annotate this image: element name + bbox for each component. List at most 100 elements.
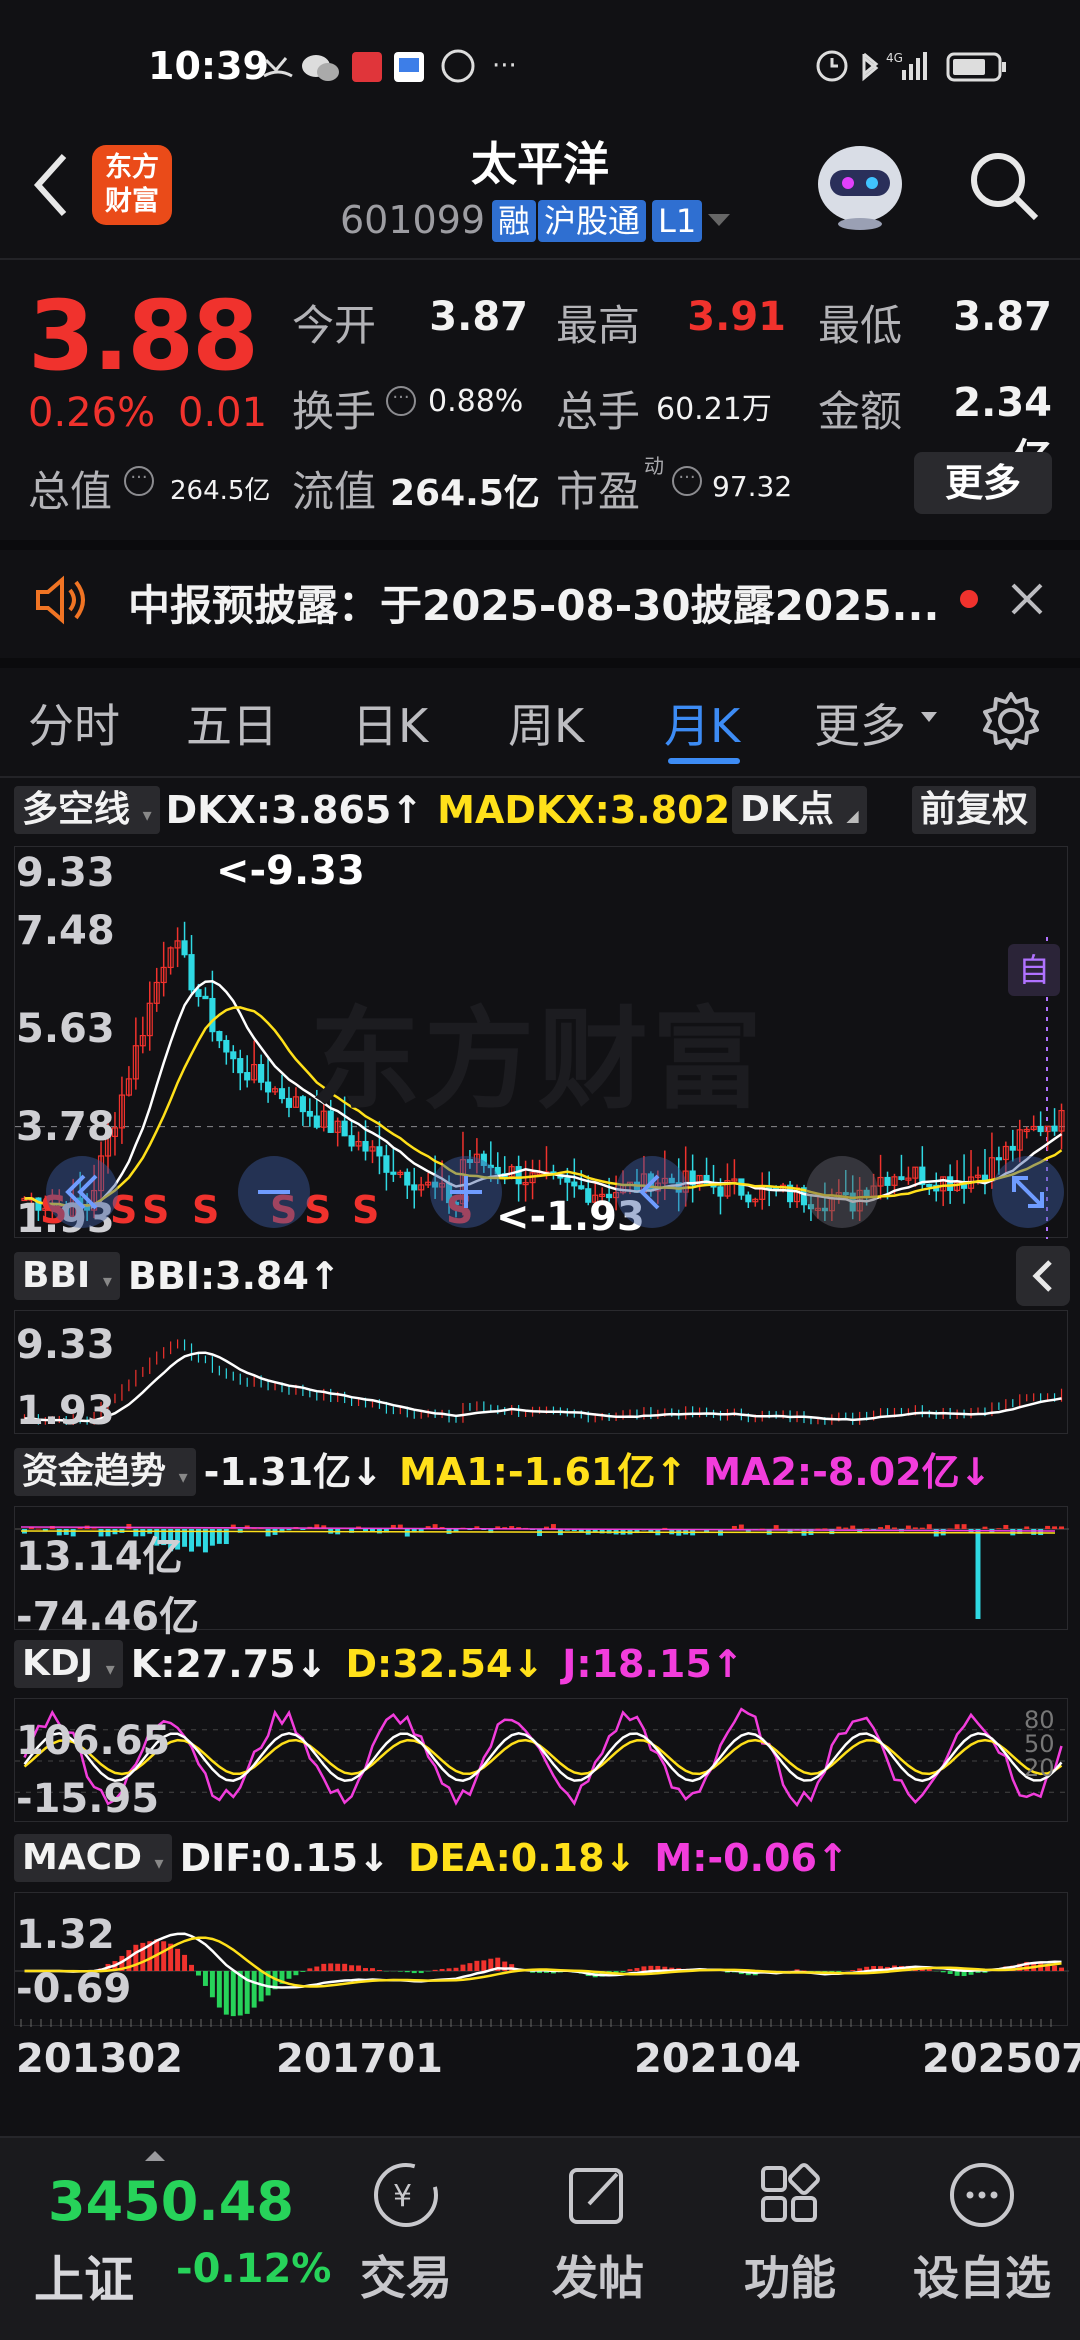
candle-body [278, 1088, 286, 1100]
nav-post[interactable]: 发帖 [518, 2160, 678, 2308]
fund-trend-selector[interactable]: 资金趋势 ▾ [14, 1448, 196, 1496]
fund-bar [404, 1529, 410, 1537]
main-indicator-selector[interactable]: 多空线 ▾ [14, 786, 160, 834]
notice-text[interactable]: 中报预披露：于2025-08-30披露2025... [128, 572, 939, 633]
connect-tag: 沪股通 [538, 200, 647, 242]
zoom-out-icon[interactable] [236, 1154, 312, 1230]
turnover-label: 换手 [292, 387, 377, 436]
fund-bar [1038, 1529, 1044, 1536]
adjust-mode-button[interactable]: 前复权 [912, 786, 1037, 834]
index-value[interactable]: 3450.48 [48, 2170, 294, 2233]
candle-body [898, 1176, 905, 1180]
bbi-value: BBI:3.84↑ [127, 1254, 341, 1298]
main-y-label-2: 7.48 [16, 908, 115, 954]
tab-five-day[interactable]: 五日 [186, 690, 278, 756]
market-cap-info-icon[interactable]: ··· [124, 466, 154, 496]
macd-selector[interactable]: MACD ▾ [14, 1834, 172, 1882]
bbi-line [24, 1351, 1062, 1423]
bluetooth-icon [862, 52, 879, 82]
bbi-chart-panel[interactable] [14, 1310, 1068, 1434]
change-percent: 0.26% [28, 390, 156, 436]
search-icon[interactable] [968, 150, 1040, 222]
candle-body [195, 989, 202, 998]
macd-dea-value: DEA:0.18↓ [407, 1836, 637, 1880]
kdj-chart[interactable] [15, 1699, 1069, 1823]
nav-watchlist[interactable]: 设自选 [902, 2160, 1062, 2308]
candle-body [202, 995, 209, 1000]
high-value: 3.91 [687, 294, 786, 340]
index-name[interactable]: 上证 [34, 2240, 134, 2312]
macd-chart[interactable] [15, 1893, 1069, 2027]
candle-body [209, 997, 216, 1033]
svg-text:4G: 4G [886, 51, 903, 65]
tab-monthly-k[interactable]: 月K [664, 690, 740, 756]
fund-bar [912, 1527, 918, 1529]
level-tag: L1 [652, 200, 703, 242]
amount-label: 金额 [818, 387, 903, 436]
robot-assistant-icon[interactable] [810, 140, 910, 230]
s-signal-4: S [192, 1188, 220, 1232]
tab-more[interactable]: 更多 [814, 690, 906, 756]
close-icon[interactable] [1010, 582, 1044, 616]
app-notification-icon [352, 52, 382, 82]
high-label: 最高 [556, 301, 641, 350]
collapse-panel-icon[interactable] [1016, 1246, 1070, 1306]
tab-weekly-k[interactable]: 周K [508, 690, 584, 756]
more-quote-button[interactable]: 更多 [914, 452, 1052, 514]
open-value: 3.87 [429, 294, 528, 340]
tab-daily-k[interactable]: 日K [352, 690, 428, 756]
settings-gear-icon[interactable] [980, 690, 1042, 752]
tab-more-chevron-icon[interactable] [920, 710, 938, 724]
candle-body [376, 1146, 383, 1157]
market-cap-label: 总值 [28, 467, 113, 516]
scroll-first-icon[interactable] [44, 1154, 120, 1230]
unread-dot [960, 590, 978, 608]
fund-y-bottom: -74.46亿 [16, 1594, 200, 1640]
stock-code: 601099 [340, 198, 486, 242]
bbi-selector[interactable]: BBI ▾ [14, 1252, 120, 1300]
turnover-info-icon[interactable]: ··· [386, 386, 416, 416]
candle-body [745, 1194, 752, 1203]
scroll-right-icon[interactable] [804, 1154, 880, 1230]
fullscreen-icon[interactable] [990, 1154, 1066, 1230]
fund-bar [843, 1527, 849, 1529]
pe-info-icon[interactable]: ··· [672, 466, 702, 496]
dropdown-chevron-icon[interactable] [706, 210, 732, 230]
bbi-chart[interactable] [15, 1311, 1069, 1435]
nav-trade[interactable]: ¥ 交易 [326, 2160, 486, 2308]
kdj-selector[interactable]: KDJ ▾ [14, 1640, 123, 1688]
self-select-badge[interactable]: 自 [1008, 944, 1060, 996]
fund-bar [773, 1525, 779, 1529]
candle-body [515, 1166, 522, 1185]
dk-point-button[interactable]: DK点 ◢ [732, 786, 867, 834]
kdj-chart-panel[interactable] [14, 1698, 1069, 1823]
market-cap-value: 264.5亿 [170, 476, 271, 506]
scroll-left-icon[interactable] [614, 1154, 690, 1230]
fund-bar [864, 1528, 870, 1530]
svg-text:···: ··· [492, 51, 517, 81]
active-tab-indicator [668, 758, 740, 764]
candle-body [947, 1176, 954, 1191]
macd-dif-value: DIF:0.15↓ [179, 1836, 390, 1880]
fund-bar [265, 1529, 271, 1537]
shield-icon [441, 49, 475, 83]
fund-bar [982, 1526, 988, 1529]
macd-y-top: 1.32 [16, 1912, 115, 1958]
candle-body [578, 1185, 585, 1190]
fund-bar [1031, 1529, 1037, 1535]
tab-intraday[interactable]: 分时 [28, 690, 120, 756]
signal-icon: 4G [886, 51, 927, 80]
macd-chart-panel[interactable] [14, 1892, 1069, 2027]
fund-bar [738, 1524, 744, 1529]
fund-bar [1003, 1524, 1009, 1529]
nav-functions[interactable]: 功能 [710, 2160, 870, 2308]
zoom-in-icon[interactable] [428, 1154, 504, 1230]
index-change: -0.12% [176, 2246, 332, 2292]
candle-body [237, 1058, 244, 1074]
candle-body [299, 1096, 306, 1113]
fund-bar [836, 1526, 842, 1529]
fund-ma1-value: MA1:-1.61亿↑ [398, 1450, 688, 1494]
candle-body [411, 1184, 418, 1191]
candle-body [285, 1097, 293, 1108]
status-icons-right: 4G [816, 50, 1006, 82]
